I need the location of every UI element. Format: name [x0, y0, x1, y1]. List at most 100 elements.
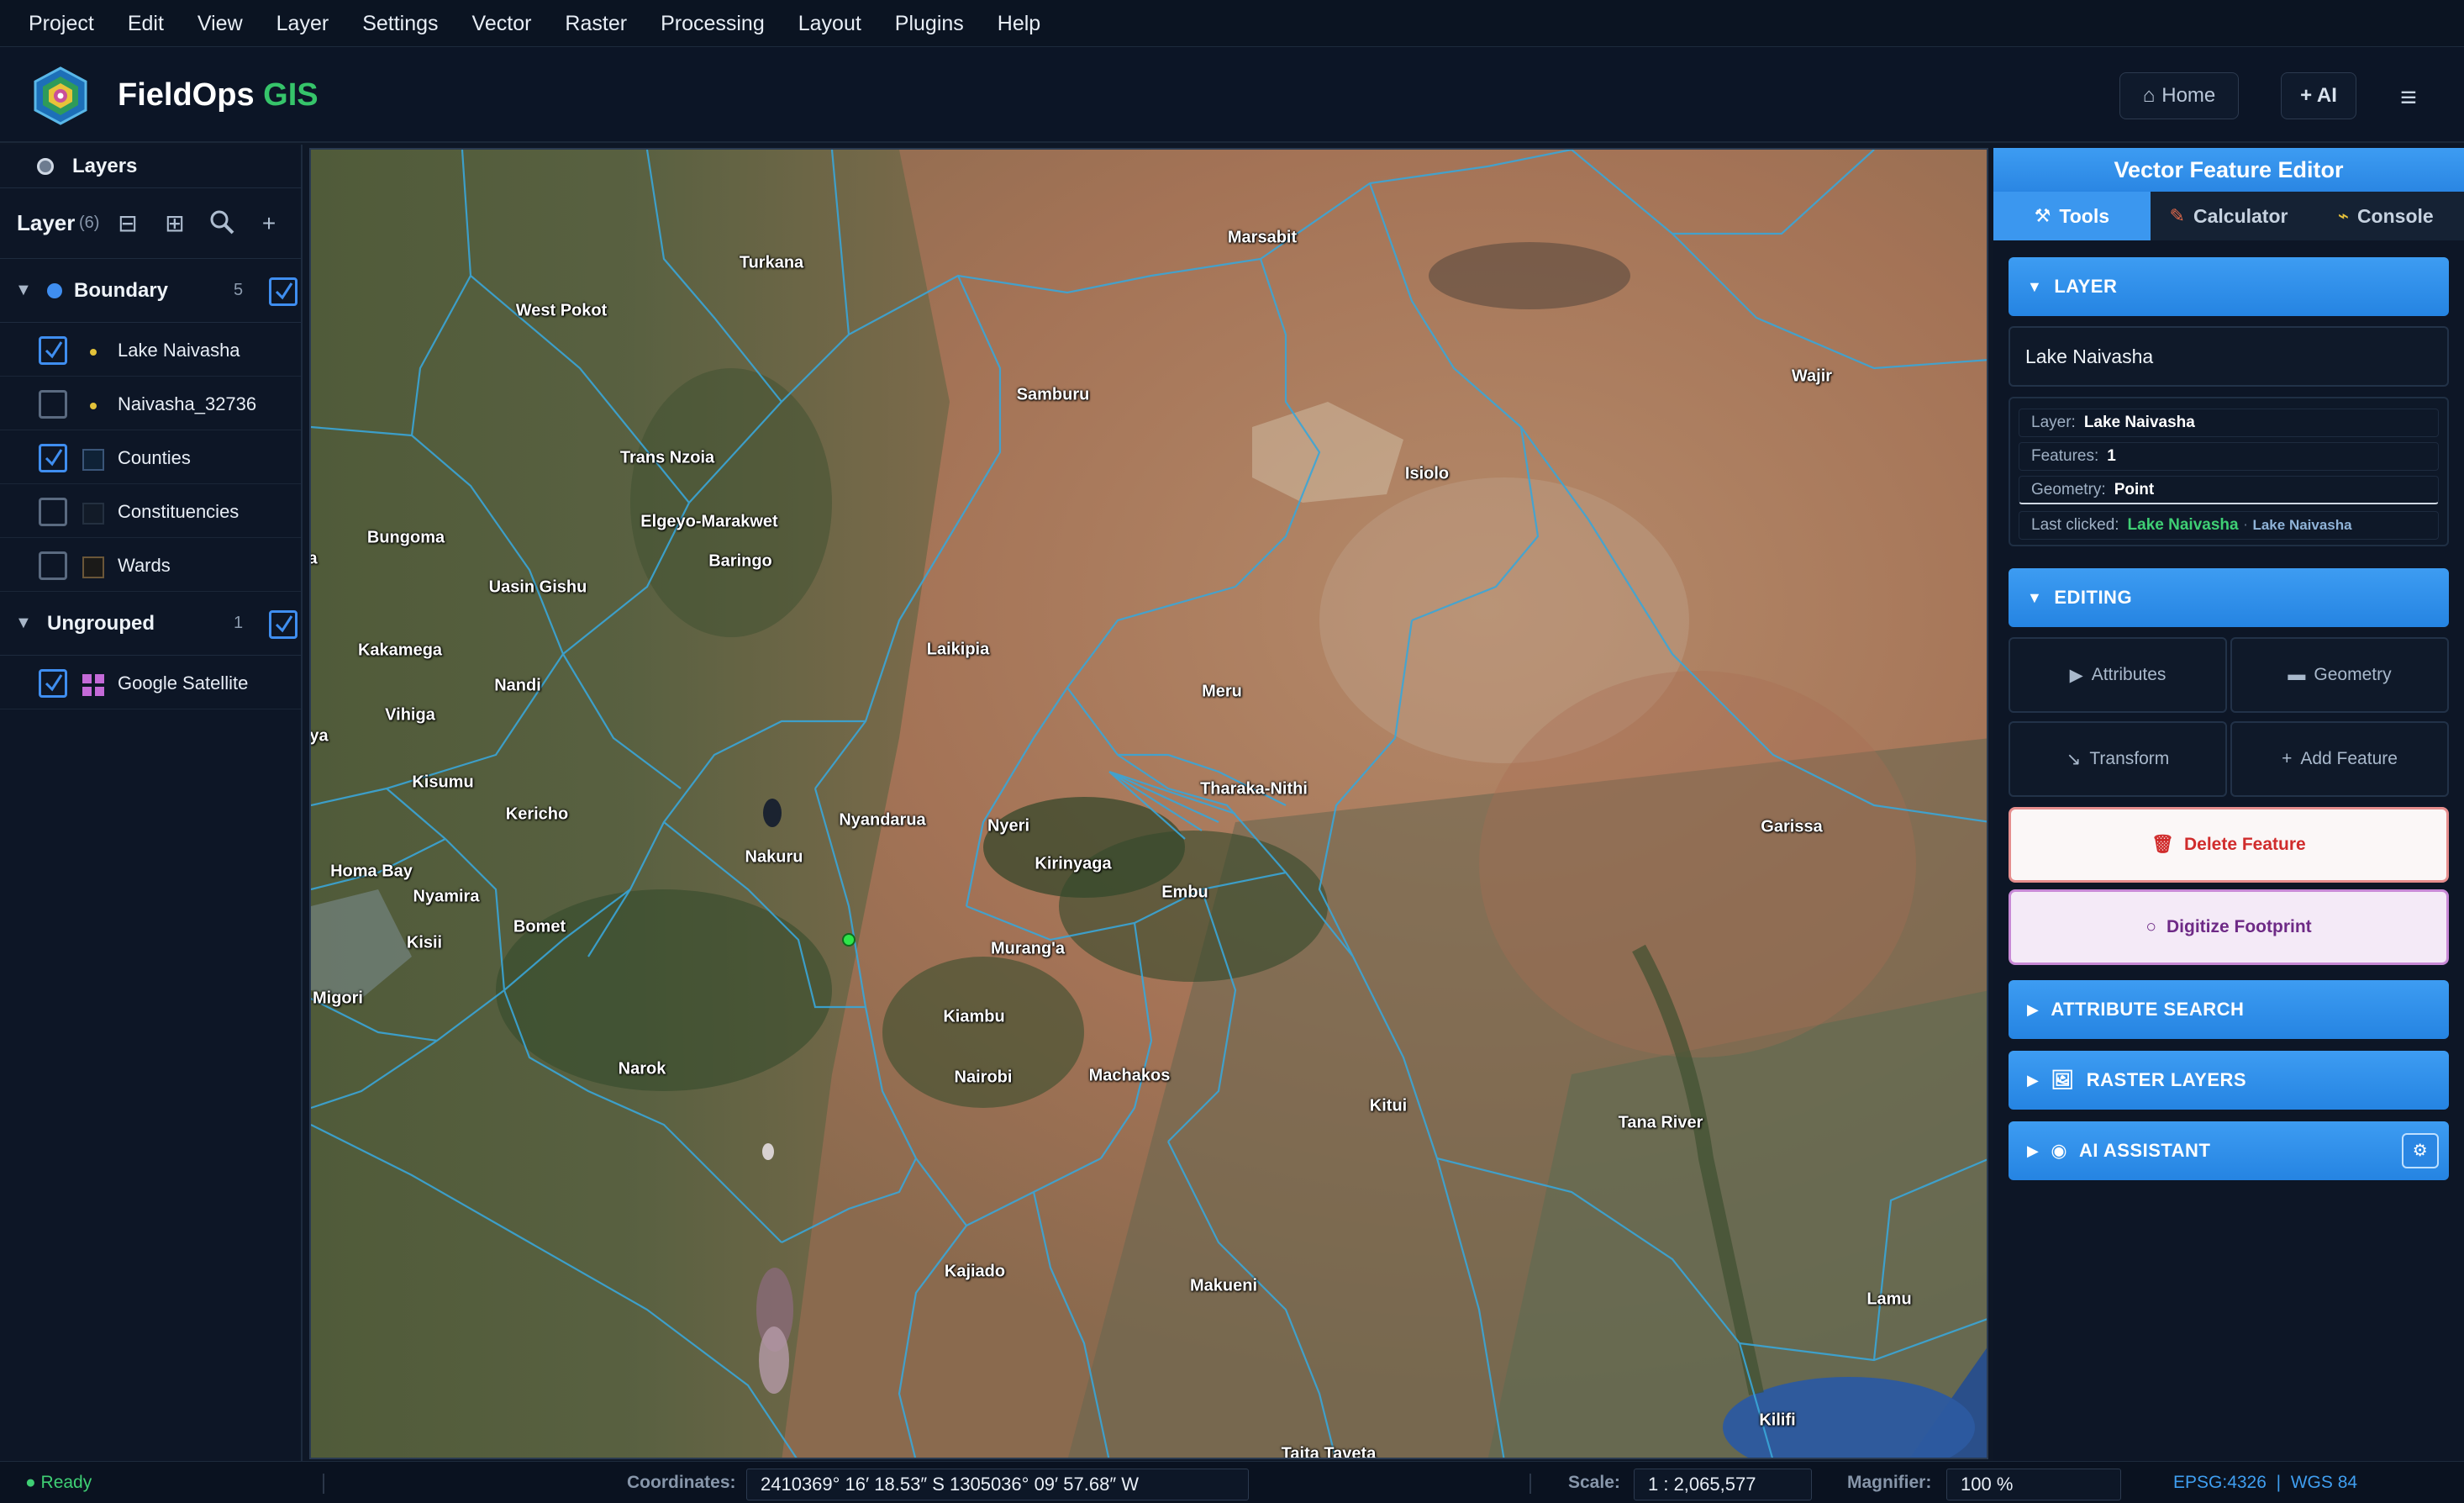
- add-layer-icon[interactable]: +: [254, 208, 284, 239]
- play-icon: ▶: [2069, 665, 2083, 685]
- transform-button[interactable]: ↘ Transform: [2009, 721, 2227, 797]
- section-editing-header[interactable]: ▼ EDITING: [2009, 568, 2449, 627]
- collapse-triangle-icon: ▼: [2027, 277, 2043, 295]
- map-label: Nyandarua: [839, 810, 926, 830]
- map-label: Homa Bay: [330, 862, 413, 881]
- map-label: aya: [309, 726, 329, 746]
- home-icon: ⌂: [2142, 84, 2156, 107]
- hamburger-menu-icon[interactable]: ≡: [2390, 81, 2427, 114]
- layer-item-counties[interactable]: Counties: [0, 430, 301, 484]
- crs-indicator[interactable]: EPSG:4326 | WGS 84: [2173, 1462, 2357, 1503]
- map-label: Narok: [618, 1059, 666, 1078]
- menu-vector[interactable]: Vector: [455, 0, 549, 47]
- map-label: Samburu: [1016, 385, 1090, 404]
- map-label: Kericho: [505, 804, 569, 824]
- menu-help[interactable]: Help: [981, 0, 1057, 47]
- console-icon: ⌁: [2337, 205, 2349, 226]
- section-layer-header[interactable]: ▼ LAYER: [2009, 257, 2449, 316]
- scale-field[interactable]: 1 : 2,065,577: [1634, 1469, 1812, 1500]
- layer-item-lake-naivasha[interactable]: Lake Naivasha: [0, 323, 301, 377]
- layer-item-wards[interactable]: Wards: [0, 538, 301, 592]
- layer-name: Constituencies: [118, 501, 240, 522]
- map-label: Kajiado: [944, 1262, 1006, 1281]
- ai-button[interactable]: + AI: [2281, 72, 2356, 119]
- map-label: Nyeri: [987, 816, 1030, 836]
- layer-visibility-checkbox[interactable]: [39, 551, 67, 580]
- app-header: FieldOps GIS ⌂ Home + AI ≡: [0, 47, 2464, 143]
- home-button[interactable]: ⌂ Home: [2119, 72, 2239, 119]
- section-ai-assistant-header[interactable]: ▶ ◉ AI ASSISTANT ⚙: [2009, 1121, 2449, 1180]
- menu-raster[interactable]: Raster: [548, 0, 644, 47]
- menu-layer[interactable]: Layer: [260, 0, 346, 47]
- layer-visibility-checkbox[interactable]: [39, 669, 67, 698]
- layer-group-boundary[interactable]: ▼ Boundary 5: [0, 259, 301, 323]
- map-label: Lamu: [1866, 1289, 1912, 1309]
- attributes-button[interactable]: ▶ Attributes: [2009, 637, 2227, 713]
- section-title: EDITING: [2054, 587, 2133, 608]
- menu-layout[interactable]: Layout: [782, 0, 878, 47]
- tab-tools[interactable]: ⚒ Tools: [1993, 192, 2151, 240]
- map-label: Baringo: [708, 551, 772, 571]
- layer-group-ungrouped[interactable]: ▼ Ungrouped 1: [0, 592, 301, 656]
- polygon-symbol-icon: [82, 449, 104, 471]
- magnifier-field[interactable]: 100 %: [1946, 1469, 2121, 1500]
- map-label: Marsabit: [1227, 228, 1298, 247]
- selected-feature-marker[interactable]: [842, 933, 856, 947]
- layer-select-dropdown[interactable]: Lake Naivasha: [2009, 326, 2449, 387]
- layer-visibility-checkbox[interactable]: [39, 390, 67, 419]
- layers-panel: Layers Layers (6) ⊟ ⊞ + ▼ Boundary 5 Lak…: [0, 145, 303, 1461]
- layer-visibility-checkbox[interactable]: [39, 498, 67, 526]
- editor-title: Vector Feature Editor: [1993, 148, 2464, 192]
- map-label: Trans Nzoia: [619, 448, 715, 467]
- tab-calculator[interactable]: ✎ Calculator: [2151, 192, 2308, 240]
- ai-settings-gear-icon[interactable]: ⚙: [2402, 1133, 2439, 1168]
- expand-triangle-icon[interactable]: ▼: [15, 614, 32, 633]
- layer-name: Counties: [118, 447, 191, 468]
- circle-icon: ○: [2145, 917, 2157, 936]
- menu-plugins[interactable]: Plugins: [878, 0, 981, 47]
- map-label: Bomet: [513, 917, 566, 936]
- tab-label: Console: [2356, 204, 2434, 227]
- menu-processing[interactable]: Processing: [644, 0, 782, 47]
- tab-label: Calculator: [2193, 204, 2288, 227]
- expand-triangle-icon[interactable]: ▼: [15, 281, 32, 300]
- section-attribute-search-header[interactable]: ▶ ATTRIBUTE SEARCH: [2009, 980, 2449, 1039]
- geometry-button[interactable]: ▬ Geometry: [2230, 637, 2449, 713]
- add-feature-button[interactable]: + Add Feature: [2230, 721, 2449, 797]
- group-visibility-checkbox[interactable]: [269, 277, 297, 306]
- layer-item-naivasha-32736[interactable]: Naivasha_32736: [0, 377, 301, 430]
- robot-icon: ◉: [2051, 1140, 2068, 1161]
- layer-visibility-checkbox[interactable]: [39, 444, 67, 472]
- layers-panel-header: Layers: [0, 145, 301, 188]
- search-icon[interactable]: [207, 208, 237, 239]
- layer-visibility-checkbox[interactable]: [39, 336, 67, 365]
- button-label: Digitize Footprint: [2167, 917, 2312, 936]
- group-visibility-checkbox[interactable]: [269, 610, 297, 639]
- map-label: Uasin Gishu: [488, 577, 587, 597]
- map-label: Kilifi: [1759, 1411, 1796, 1430]
- section-raster-layers-header[interactable]: ▶ 🖼 RASTER LAYERS: [2009, 1051, 2449, 1110]
- grid-view-icon[interactable]: ⊞: [160, 208, 190, 239]
- delete-feature-button[interactable]: 🗑 Delete Feature: [2009, 807, 2449, 883]
- map-label: Murang'a: [990, 939, 1066, 958]
- menu-settings[interactable]: Settings: [345, 0, 455, 47]
- collapse-all-icon[interactable]: ⊟: [113, 208, 143, 239]
- tab-console[interactable]: ⌁ Console: [2307, 192, 2464, 240]
- layers-toolbar: Layers (6) ⊟ ⊞ +: [0, 188, 301, 259]
- vector-feature-editor-panel: Vector Feature Editor ⚒ Tools ✎ Calculator…: [1993, 145, 2464, 1461]
- menu-project[interactable]: Project: [12, 0, 111, 47]
- menu-bar: Project Edit View Layer Settings Vector …: [0, 0, 2464, 47]
- menu-view[interactable]: View: [181, 0, 260, 47]
- expand-triangle-icon: ▶: [2027, 1071, 2040, 1089]
- map-canvas[interactable]: Turkana Marsabit West Pokot Samburu Wajir Tra…: [309, 148, 1988, 1459]
- calculator-icon: ✎: [2169, 205, 2185, 226]
- layer-item-google-satellite[interactable]: Google Satellite: [0, 656, 301, 709]
- point-symbol-icon: [90, 349, 97, 356]
- layer-name: Wards: [118, 555, 171, 576]
- map-label: Migori: [313, 989, 363, 1008]
- menu-edit[interactable]: Edit: [111, 0, 181, 47]
- digitize-footprint-button[interactable]: ○ Digitize Footprint: [2009, 889, 2449, 965]
- button-label: Geometry: [2314, 665, 2392, 684]
- layer-item-constituencies[interactable]: Constituencies: [0, 484, 301, 538]
- map-label: Elgeyo-Marakwet: [640, 512, 778, 531]
